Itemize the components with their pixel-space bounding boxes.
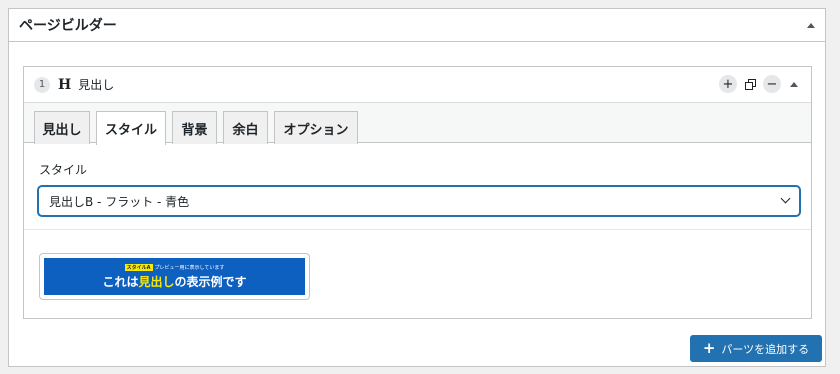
preview-text-highlight: 見出し bbox=[138, 274, 175, 289]
preview-heading-text: これは見出しの表示例です bbox=[102, 273, 246, 290]
metabox-toggle-icon[interactable] bbox=[807, 22, 815, 28]
copy-icon[interactable] bbox=[741, 75, 759, 93]
part-number-badge: 1 bbox=[34, 76, 50, 93]
tab-spacing[interactable]: 余白 bbox=[223, 111, 268, 144]
metabox-title: ページビルダー bbox=[19, 18, 117, 34]
tab-background[interactable]: 背景 bbox=[172, 111, 217, 144]
metabox-header[interactable]: ページビルダー bbox=[9, 9, 825, 42]
add-part-label: パーツを追加する bbox=[721, 342, 810, 356]
page-builder-metabox: ページビルダー 1 H 見出し + − 見出し スタイル 背景 余白 オプション… bbox=[8, 8, 826, 367]
heading-part: 1 H 見出し + − 見出し スタイル 背景 余白 オプション スタイル 見出… bbox=[23, 66, 812, 319]
style-field-label: スタイル bbox=[39, 163, 88, 177]
heading-type-icon: H bbox=[58, 76, 72, 93]
part-name: 見出し bbox=[78, 78, 115, 92]
preview-banner: スタイルA プレビュー用に表示しています これは見出しの表示例です bbox=[44, 258, 305, 295]
minus-icon[interactable]: − bbox=[763, 75, 781, 93]
divider bbox=[24, 229, 811, 230]
tab-bar: 見出し スタイル 背景 余白 オプション bbox=[24, 102, 811, 145]
preview-caption-row: スタイルA プレビュー用に表示しています bbox=[124, 263, 225, 271]
chevron-down-icon bbox=[780, 193, 791, 204]
plus-icon: + bbox=[702, 339, 716, 357]
style-preview: スタイルA プレビュー用に表示しています これは見出しの表示例です bbox=[39, 253, 310, 300]
preview-text-before: これは bbox=[102, 274, 139, 289]
tab-heading[interactable]: 見出し bbox=[34, 111, 90, 144]
tab-style[interactable]: スタイル bbox=[96, 111, 166, 145]
collapse-arrow-icon[interactable] bbox=[785, 75, 803, 93]
preview-caption: プレビュー用に表示しています bbox=[154, 264, 225, 271]
add-part-button[interactable]: + パーツを追加する bbox=[690, 335, 822, 362]
plus-icon[interactable]: + bbox=[719, 75, 737, 93]
tab-options[interactable]: オプション bbox=[274, 111, 358, 144]
part-header[interactable]: 1 H 見出し + − bbox=[24, 67, 811, 102]
preview-text-after: の表示例です bbox=[174, 274, 247, 289]
style-select[interactable]: 見出しB - フラット - 青色 bbox=[38, 186, 800, 216]
preview-badge: スタイルA bbox=[124, 263, 153, 271]
style-select-value: 見出しB - フラット - 青色 bbox=[49, 194, 190, 209]
part-controls: + − bbox=[719, 75, 803, 93]
